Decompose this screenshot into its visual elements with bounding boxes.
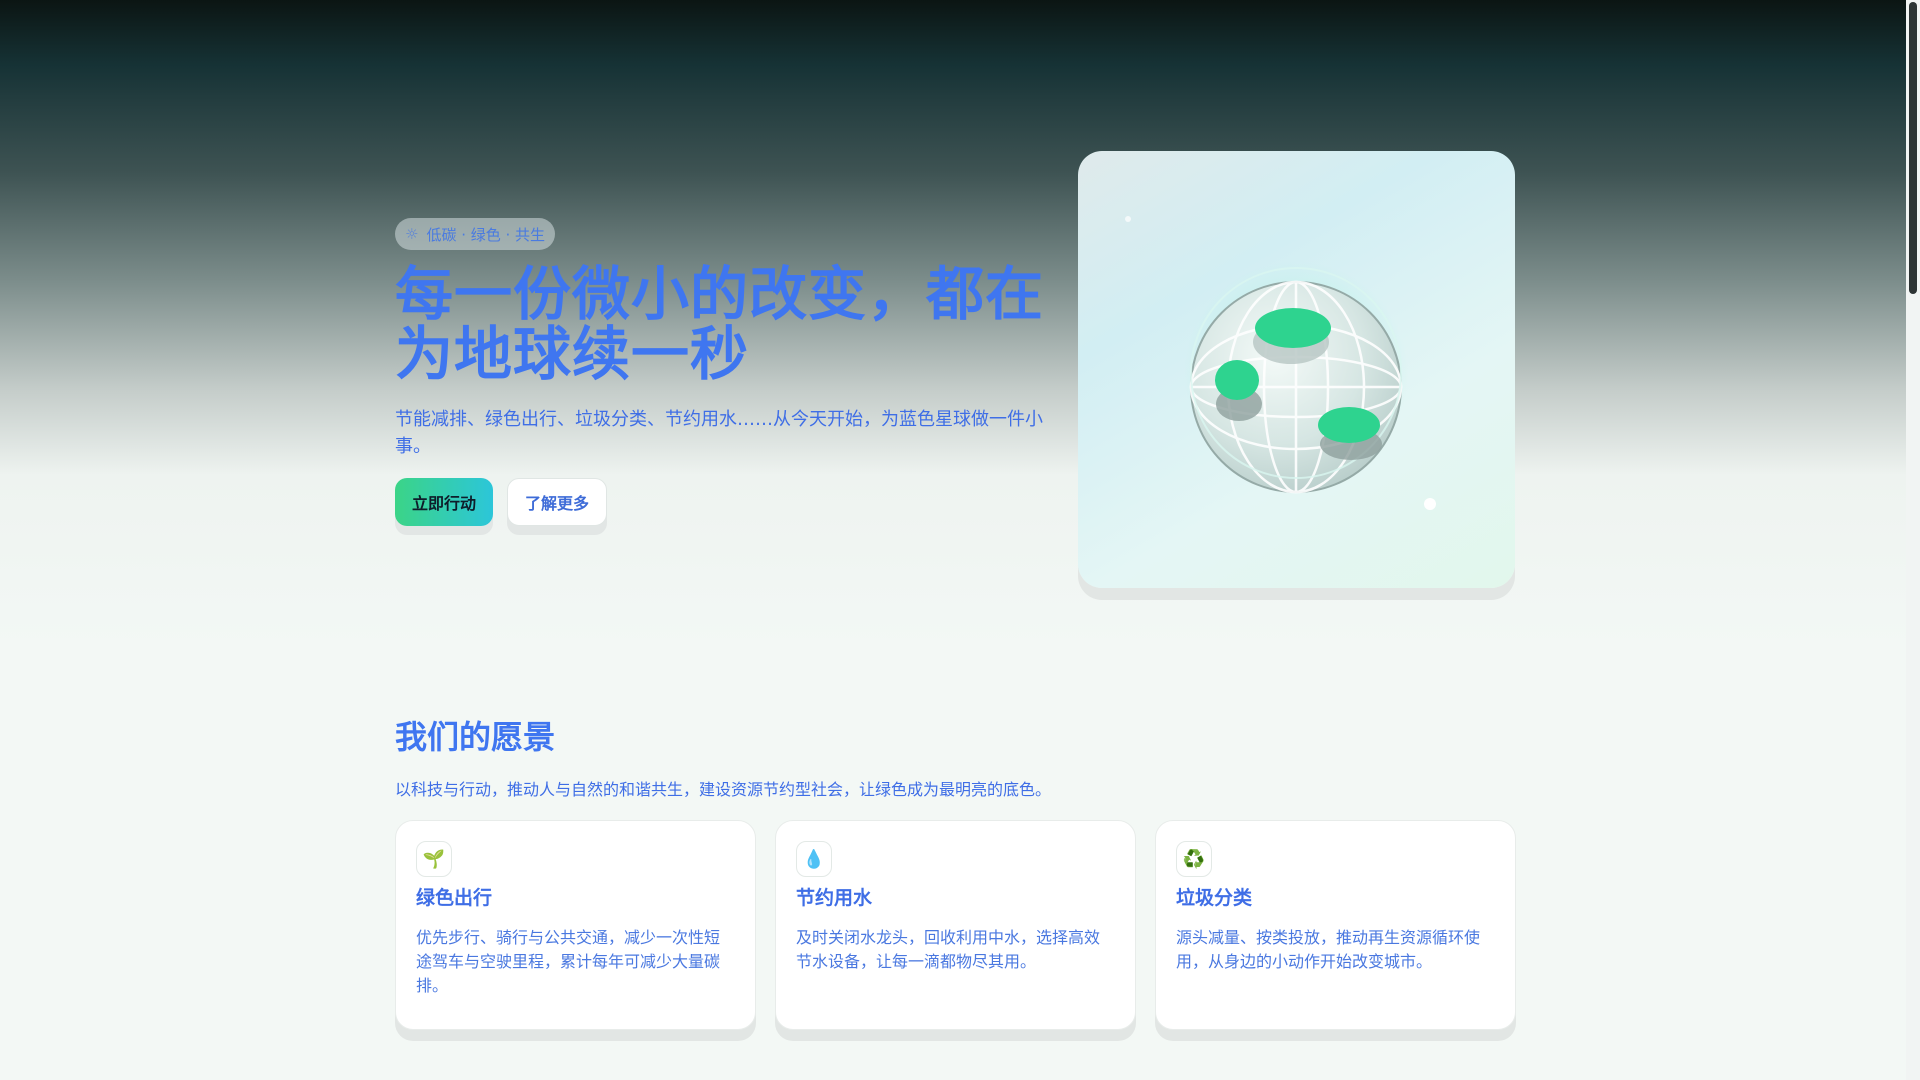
scrollbar-thumb[interactable] — [1909, 2, 1917, 294]
sparkle-icon: ☼ — [405, 225, 419, 243]
learn-more-button[interactable]: 了解更多 — [507, 478, 608, 526]
water-drop-icon: 💧 — [796, 841, 832, 877]
scrollbar[interactable] — [1906, 0, 1920, 1080]
hero-title-line-1: 每一份微小的改变，都在 — [395, 260, 1045, 328]
hero-section: ☼ 低碳 · 绿色 · 共生 每一份微小的改变，都在 为地球续一秒 节能减排、绿… — [395, 218, 1045, 526]
hero-actions: 立即行动 了解更多 — [395, 478, 1045, 526]
card-title: 绿色出行 — [416, 887, 493, 909]
hero-description: 节能减排、绿色出行、垃圾分类、节约用水……从今天开始，为蓝色星球做一件小事。 — [395, 409, 1043, 457]
card-text: 源头减量、按类投放，推动再生资源循环使用，从身边的小动作开始改变城市。 — [1176, 928, 1481, 971]
seedling-icon: 🌱 — [416, 841, 452, 877]
take-action-button[interactable]: 立即行动 — [395, 478, 494, 526]
feature-cards: 🌱 绿色出行 优先步行、骑行与公共交通，减少一次性短途驾车与空驶里程，累计每年可… — [395, 820, 1516, 1030]
card-title: 垃圾分类 — [1176, 887, 1253, 909]
hero-tag-badge: ☼ 低碳 · 绿色 · 共生 — [395, 218, 556, 250]
card-text: 优先步行、骑行与公共交通，减少一次性短途驾车与空驶里程，累计每年可减少大量碳排。 — [416, 928, 721, 995]
globe-illustration-card — [1078, 151, 1515, 588]
hero-title-line-2: 为地球续一秒 — [395, 320, 750, 388]
card-green-travel: 🌱 绿色出行 优先步行、骑行与公共交通，减少一次性短途驾车与空驶里程，累计每年可… — [395, 820, 756, 1030]
card-waste-sorting: ♻️ 垃圾分类 源头减量、按类投放，推动再生资源循环使用，从身边的小动作开始改变… — [1155, 820, 1516, 1030]
vision-section: 我们的愿景 以科技与行动，推动人与自然的和谐共生，建设资源节约型社会，让绿色成为… — [395, 712, 1516, 1030]
vision-description: 以科技与行动，推动人与自然的和谐共生，建设资源节约型社会，让绿色成为最明亮的底色… — [395, 780, 1052, 799]
globe-icon — [1125, 216, 1436, 510]
vision-title: 我们的愿景 — [395, 718, 556, 756]
card-save-water: 💧 节约用水 及时关闭水龙头，回收利用中水，选择高效节水设备，让每一滴都物尽其用… — [775, 820, 1136, 1030]
card-title: 节约用水 — [796, 887, 873, 909]
hero-title: 每一份微小的改变，都在 为地球续一秒 — [395, 264, 1045, 384]
hero-tag-text: 低碳 · 绿色 · 共生 — [426, 225, 546, 244]
recycle-icon: ♻️ — [1176, 841, 1212, 877]
card-text: 及时关闭水龙头，回收利用中水，选择高效节水设备，让每一滴都物尽其用。 — [796, 928, 1101, 971]
